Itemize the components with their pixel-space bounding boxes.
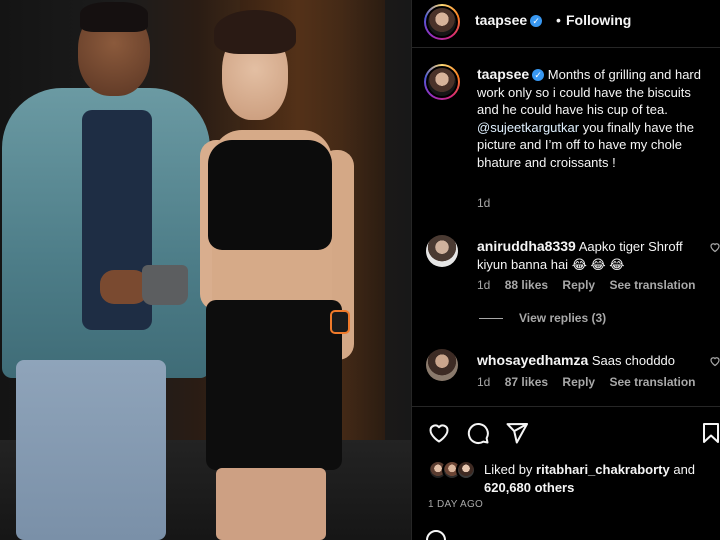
commenter-avatar[interactable] — [426, 349, 458, 381]
likes-text: Liked by ritabhari_chakraborty and 620,6… — [484, 462, 696, 495]
liker-username[interactable]: ritabhari_chakraborty — [536, 462, 670, 477]
caption-username[interactable]: taapsee ✓ — [477, 66, 545, 82]
comment-likes-count[interactable]: 88 likes — [505, 278, 548, 292]
comment-likes-count[interactable]: 87 likes — [505, 375, 548, 389]
commenter-username[interactable]: whosayedhamza — [477, 352, 588, 368]
comment-meta: 1d 88 likes Reply See translation — [477, 278, 706, 292]
liker-avatar — [456, 460, 476, 480]
others-likes-link[interactable]: 620,680 others — [484, 480, 574, 495]
comment-emoji: 😂 😂 😂 — [571, 257, 625, 272]
comment-icon[interactable] — [466, 421, 490, 445]
photo-smartwatch — [330, 310, 350, 334]
comment-reply-button[interactable]: Reply — [562, 278, 595, 292]
comment-timestamp[interactable]: 1d — [477, 278, 490, 292]
heart-icon[interactable] — [427, 421, 451, 445]
comment-like-heart-icon[interactable] — [709, 355, 720, 367]
photo-woman-sports-bra — [208, 140, 332, 250]
photo-woman-legs — [216, 468, 326, 540]
verified-badge-icon: ✓ — [530, 15, 543, 27]
bookmark-icon[interactable] — [699, 421, 720, 445]
commenter-avatar[interactable] — [426, 235, 458, 267]
photo-man-hair — [80, 2, 148, 32]
emoji-icon[interactable] — [426, 530, 446, 540]
header-separator: • — [556, 12, 561, 28]
share-icon[interactable] — [505, 421, 529, 445]
view-replies-line — [479, 318, 503, 320]
liker-avatars[interactable] — [428, 460, 488, 482]
photo-woman-hair — [214, 10, 296, 54]
comment-text: whosayedhamza Saas chodddo — [477, 352, 676, 368]
caption-text: taapsee ✓ Months of grilling and hard wor… — [477, 66, 701, 170]
verified-badge-icon: ✓ — [532, 69, 545, 81]
comment-reply-button[interactable]: Reply — [562, 375, 595, 389]
caption-author-avatar[interactable] — [424, 64, 460, 100]
post-header: taapsee ✓ • Following — [412, 0, 720, 48]
comment-timestamp[interactable]: 1d — [477, 375, 490, 389]
caption-timestamp[interactable]: 1d — [477, 196, 490, 210]
photo-man-hand — [100, 270, 148, 304]
post-photo[interactable] — [0, 0, 411, 540]
view-replies-button[interactable]: View replies (3) — [479, 311, 606, 325]
post-date[interactable]: 1 DAY AGO — [428, 499, 483, 510]
comment-like-heart-icon[interactable] — [709, 241, 720, 253]
caption-mention-link[interactable]: @sujeetkargutkar — [477, 120, 579, 135]
commenter-username[interactable]: aniruddha8339 — [477, 238, 576, 254]
author-username[interactable]: taapsee ✓ — [475, 12, 543, 28]
photo-woman-shorts — [206, 300, 342, 470]
post-actions-bar — [412, 406, 720, 456]
photo-coffee-mug — [142, 265, 188, 305]
following-button[interactable]: Following — [566, 12, 631, 28]
post-details-panel: taapsee ✓ • Following taapsee ✓ Months of … — [411, 0, 720, 540]
comment-text: aniruddha8339 Aapko tiger Shroff kiyun b… — [477, 238, 683, 272]
photo-man-jeans — [16, 360, 166, 540]
see-translation-button[interactable]: See translation — [609, 375, 695, 389]
author-avatar[interactable] — [424, 4, 460, 40]
comment-meta: 1d 87 likes Reply See translation — [477, 375, 706, 389]
see-translation-button[interactable]: See translation — [609, 278, 695, 292]
likes-summary: Liked by ritabhari_chakraborty and 620,6… — [412, 458, 720, 498]
